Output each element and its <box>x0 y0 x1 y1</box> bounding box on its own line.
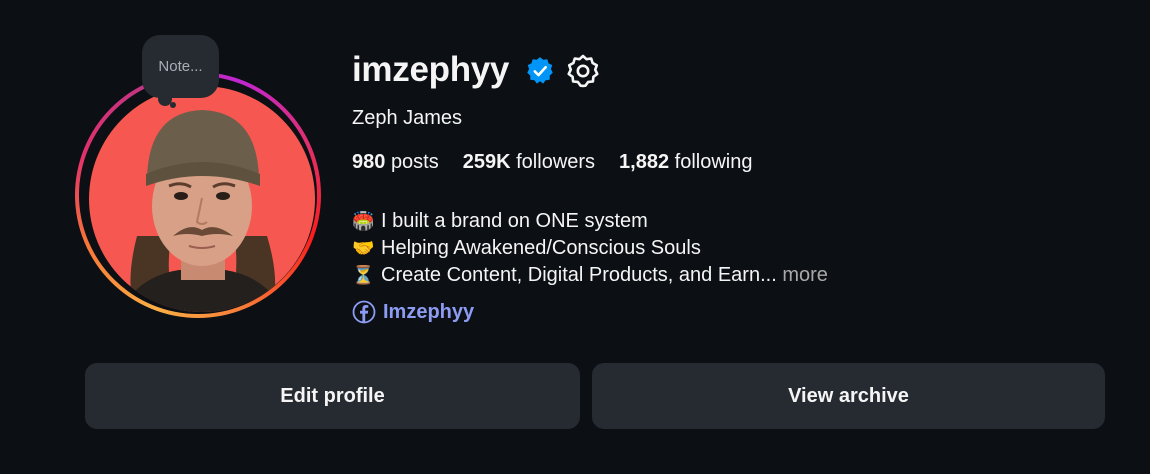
bio-more-link[interactable]: more <box>782 264 828 286</box>
edit-profile-button[interactable]: Edit profile <box>85 363 580 429</box>
note-placeholder: Note... <box>158 58 203 75</box>
bio-line-text: I built a brand on ONE system <box>381 210 648 232</box>
settings-gear-icon[interactable] <box>565 53 601 89</box>
handshake-emoji-icon: 🤝 <box>352 238 375 258</box>
facebook-link[interactable]: Imzephyy <box>352 300 474 324</box>
followers-stat[interactable]: 259K followers <box>463 151 595 174</box>
posts-count: 980 <box>352 151 386 173</box>
following-count: 1,882 <box>619 151 670 173</box>
view-archive-button[interactable]: View archive <box>592 363 1105 429</box>
posts-label: posts <box>390 151 439 173</box>
username: imzephyy <box>352 50 510 89</box>
bio-line-text: Helping Awakened/Conscious Souls <box>381 237 701 259</box>
bio-line: 🤝 Helping Awakened/Conscious Souls <box>352 235 828 262</box>
posts-stat[interactable]: 980 posts <box>352 151 439 174</box>
profile-stats: 980 posts 259K followers 1,882 following <box>352 151 777 174</box>
bio-line: ⏳ Create Content, Digital Products, and E… <box>352 262 828 289</box>
full-name: Zeph James <box>352 107 463 129</box>
note-bubble-tail-small <box>170 102 176 108</box>
followers-count: 259K <box>462 151 511 173</box>
bio-line-text: Create Content, Digital Products, and Ea… <box>381 264 777 286</box>
profile-picture-gap <box>79 76 317 314</box>
note-bubble[interactable]: Note... <box>142 35 219 98</box>
stadium-emoji-icon: 🏟️ <box>352 211 375 231</box>
bio: 🏟️ I built a brand on ONE system 🤝 Helping… <box>352 208 828 289</box>
profile-picture-ring[interactable] <box>75 72 321 318</box>
following-label: following <box>674 151 753 173</box>
followers-label: followers <box>516 151 596 173</box>
verified-badge-icon <box>527 57 553 84</box>
profile-picture[interactable] <box>89 86 315 312</box>
avatar-portrait <box>119 110 285 312</box>
facebook-link-text: Imzephyy <box>383 300 475 323</box>
following-stat[interactable]: 1,882 following <box>619 151 752 174</box>
bio-line: 🏟️ I built a brand on ONE system <box>352 208 828 235</box>
hourglass-emoji-icon: ⏳ <box>352 265 375 285</box>
facebook-icon <box>352 300 376 324</box>
